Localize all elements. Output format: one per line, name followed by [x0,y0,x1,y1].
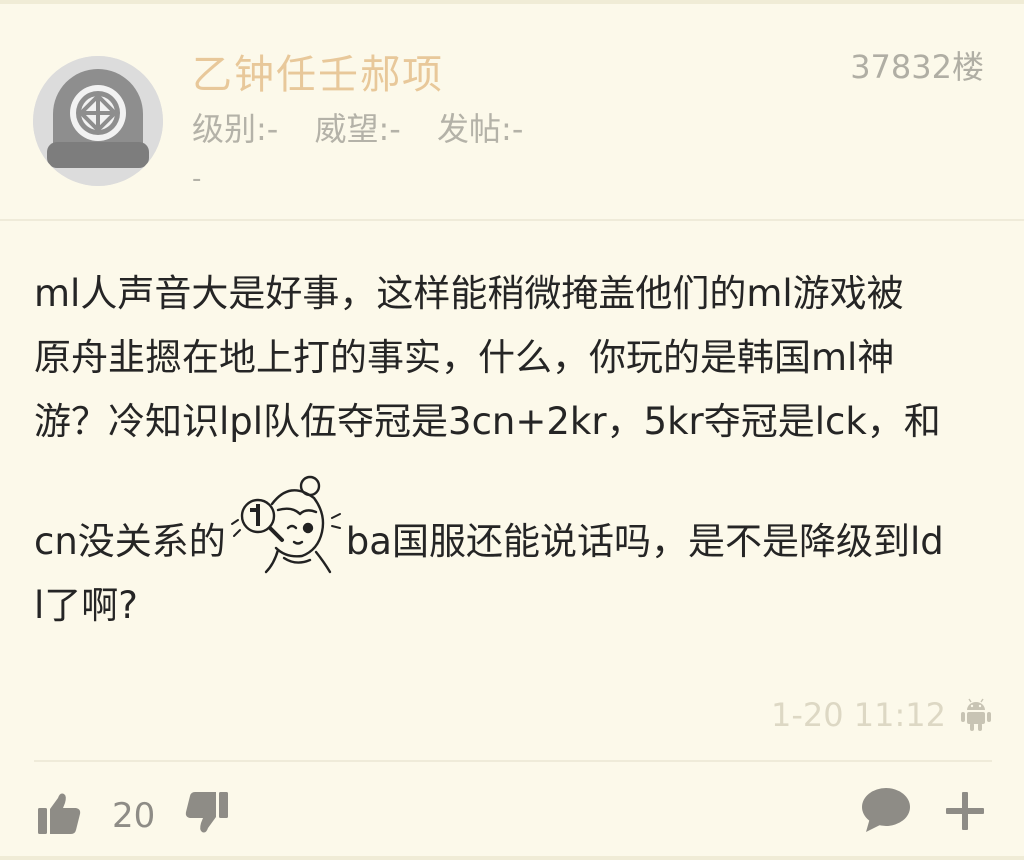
level-stat: 级别:- [192,110,279,148]
content-line: 游？冷知识lpl队伍夺冠是3cn+2kr，5kr夺冠是lck，和 [34,400,941,443]
thumbs-up-icon[interactable] [36,790,82,836]
android-icon [961,698,991,731]
content-line: ml人声音大是好事，这样能稍微掩盖他们的ml游戏被 [34,272,904,315]
content-line: l了啊? [34,584,138,627]
post-header: 乙钟任壬郝项 37832楼 级别:- 威望:- 发帖:- - [0,4,1024,220]
comment-bubble-icon[interactable] [860,786,912,834]
content-text: cn没关系的 [34,520,226,563]
post-timestamp: 1-20 11:12 [770,696,946,734]
post-content: ml人声音大是好事，这样能稍微掩盖他们的ml游戏被 原舟韭摁在地上打的事实，什么… [34,262,994,638]
stats-extra: - [192,164,202,194]
plus-icon[interactable] [944,790,986,832]
header-divider [0,219,1024,221]
floor-number: 37832楼 [850,48,984,86]
posts-stat: 发帖:- [437,110,524,148]
prestige-stat: 威望:- [314,110,401,148]
content-line-with-emoji: cn没关系的 ba国服还能说话吗，是不是降级到ld [34,454,994,574]
like-count: 20 [112,796,156,836]
content-line: 原舟韭摁在地上打的事实，什么，你玩的是韩国ml神 [34,336,895,379]
thumbs-down-icon[interactable] [184,790,230,836]
content-text: ba国服还能说话吗，是不是降级到ld [345,520,944,563]
avatar[interactable] [33,56,163,186]
bottom-edge [0,856,1024,860]
user-stats: 级别:- 威望:- 发帖:- [192,104,549,150]
action-bar: 20 [0,762,1024,860]
diving-helmet-avatar-icon [33,56,163,186]
anime-girl-sticker-icon [230,475,341,574]
username[interactable]: 乙钟任壬郝项 [192,42,444,100]
